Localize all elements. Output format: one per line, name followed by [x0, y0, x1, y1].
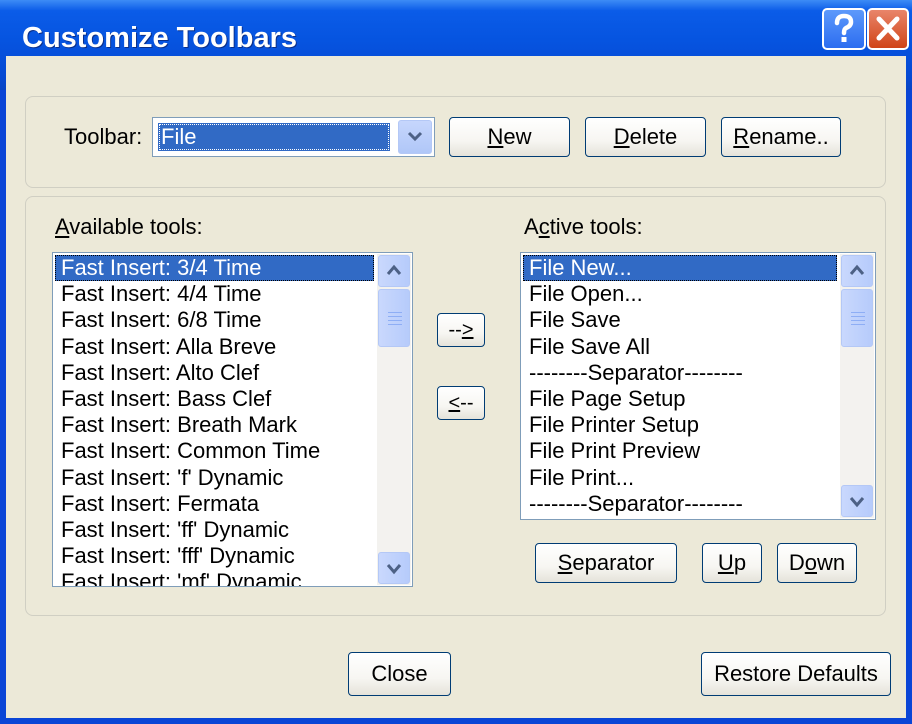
active-label-start: A	[524, 214, 539, 239]
delete-label: elete	[629, 124, 678, 149]
move-up-button[interactable]: Up	[702, 543, 762, 583]
list-item[interactable]: Fast Insert: Breath Mark	[55, 412, 374, 438]
list-item[interactable]: Fast Insert: 'ff' Dynamic	[55, 517, 374, 543]
new-toolbar-button[interactable]: New	[449, 117, 570, 157]
active-tools-label: Active tools:	[524, 214, 643, 240]
delete-toolbar-button[interactable]: Delete	[585, 117, 706, 157]
list-item[interactable]: Fast Insert: 'fff' Dynamic	[55, 543, 374, 569]
list-item[interactable]: File Save	[523, 307, 837, 333]
available-tools-label: Available tools:	[55, 214, 203, 240]
list-item[interactable]: Fast Insert: Alto Clef	[55, 360, 374, 386]
available-tools-items: Fast Insert: 3/4 Time Fast Insert: 4/4 Ti…	[55, 255, 374, 586]
scroll-up-icon[interactable]	[378, 255, 410, 287]
down-label: wn	[817, 550, 846, 575]
list-item[interactable]: Fast Insert: 4/4 Time	[55, 281, 374, 307]
up-label: p	[733, 550, 747, 575]
list-item[interactable]: Fast Insert: Alla Breve	[55, 334, 374, 360]
toolbar-label: Toolbar:	[64, 124, 143, 149]
chevron-down-icon[interactable]	[398, 120, 432, 154]
list-item[interactable]: --------Separator--------	[523, 360, 837, 386]
toolbar-select-value: File	[158, 123, 390, 151]
active-label-text: tive tools:	[549, 214, 643, 239]
list-item[interactable]: File Save All	[523, 334, 837, 360]
add-mnemonic: >	[461, 319, 474, 341]
separator-label: eparator	[572, 550, 655, 575]
add-prefix: --	[448, 319, 462, 341]
question-mark-icon	[834, 13, 854, 42]
scroll-down-icon[interactable]	[841, 485, 873, 517]
active-mnemonic: c	[538, 214, 550, 239]
remove-mnemonic: <	[448, 392, 461, 414]
up-mnemonic: U	[717, 550, 734, 575]
list-item[interactable]: Fast Insert: 3/4 Time	[55, 255, 374, 282]
available-tools-list[interactable]: Fast Insert: 3/4 Time Fast Insert: 4/4 Ti…	[52, 252, 413, 587]
separator-mnemonic: S	[557, 550, 573, 575]
toolbar-select[interactable]: File	[152, 117, 435, 157]
active-tools-list[interactable]: File New... File Open... File Save File Sav…	[520, 252, 876, 520]
window-title: Customize Toolbars	[22, 22, 297, 54]
dialog-body: Toolbar: File New Delete Rename.. Availa…	[6, 56, 906, 718]
rename-label: ename..	[749, 124, 829, 149]
list-item[interactable]: Fast Insert: 'f' Dynamic	[55, 465, 374, 491]
list-item[interactable]: File New...	[523, 255, 837, 282]
list-item[interactable]: Fast Insert: 'mf' Dynamic	[55, 569, 374, 586]
close-window-button[interactable]	[867, 8, 909, 50]
list-item[interactable]: File Page Setup	[523, 386, 837, 412]
available-label-text: vailable tools:	[69, 214, 203, 239]
rename-mnemonic: R	[733, 124, 750, 149]
list-item[interactable]: --------Separator--------	[523, 491, 837, 517]
close-x-icon	[876, 16, 900, 41]
move-down-button[interactable]: Down	[777, 543, 857, 583]
down-mnemonic: o	[804, 550, 817, 575]
rename-toolbar-button[interactable]: Rename..	[721, 117, 841, 157]
list-item[interactable]: File Print...	[523, 465, 837, 491]
new-label: ew	[503, 124, 532, 149]
close-button[interactable]: Close	[348, 652, 451, 696]
down-label-start: D	[788, 550, 805, 575]
active-tools-items: File New... File Open... File Save File Sav…	[523, 255, 837, 519]
help-button[interactable]	[822, 8, 866, 50]
available-scrollbar[interactable]	[377, 254, 411, 585]
list-item[interactable]: File Printer Setup	[523, 412, 837, 438]
restore-defaults-button[interactable]: Restore Defaults	[701, 652, 891, 696]
list-item[interactable]: Fast Insert: Common Time	[55, 438, 374, 464]
available-mnemonic: A	[55, 214, 70, 239]
scroll-down-icon[interactable]	[378, 552, 410, 584]
active-scrollbar[interactable]	[840, 254, 874, 518]
add-tool-button[interactable]: -->	[437, 313, 485, 347]
scroll-thumb[interactable]	[841, 289, 873, 347]
new-mnemonic: N	[487, 124, 504, 149]
list-item[interactable]: File Open...	[523, 281, 837, 307]
scroll-thumb[interactable]	[378, 289, 410, 347]
list-item[interactable]: Fast Insert: Bass Clef	[55, 386, 374, 412]
list-item[interactable]: Fast Insert: Fermata	[55, 491, 374, 517]
delete-mnemonic: D	[613, 124, 630, 149]
customize-toolbars-window: Customize Toolbars Toolbar: File New Del…	[0, 0, 912, 724]
list-item[interactable]: Fast Insert: 6/8 Time	[55, 307, 374, 333]
separator-button[interactable]: Separator	[535, 543, 677, 583]
remove-suffix: --	[460, 392, 474, 414]
remove-tool-button[interactable]: <--	[437, 386, 485, 420]
list-item[interactable]: File Print Preview	[523, 438, 837, 464]
scroll-up-icon[interactable]	[841, 255, 873, 287]
